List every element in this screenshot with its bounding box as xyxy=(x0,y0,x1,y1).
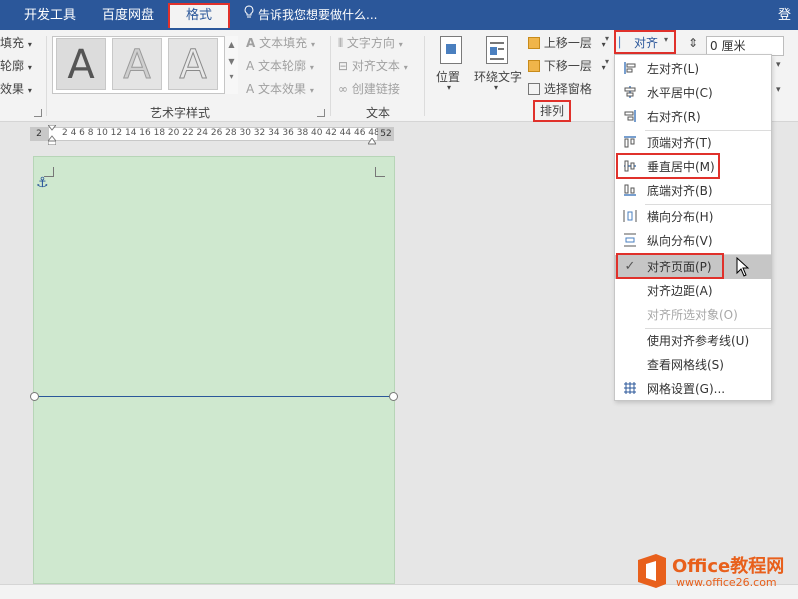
selection-pane-button[interactable]: 选择窗格 xyxy=(528,80,592,97)
text-outline-button[interactable]: A 文本轮廓 ▾ xyxy=(246,57,314,74)
arrange-group-title: 排列 xyxy=(539,104,564,118)
distribute-vertical-icon xyxy=(622,233,638,249)
create-link-button[interactable]: ∞ 创建链接 xyxy=(338,80,400,97)
menu-item-align-left[interactable]: 左对齐(L) xyxy=(615,57,771,81)
height-input[interactable]: 0 厘米 xyxy=(706,36,784,56)
wordart-gallery-scroll[interactable]: ▲ ▼ ▾ xyxy=(224,36,238,94)
align-right-icon xyxy=(622,109,638,125)
ribbon-tab-bar: 开发工具 百度网盘 格式 告诉我您想要做什么... 登录 xyxy=(0,0,798,30)
ruler-left-marker: 2 xyxy=(30,127,48,141)
ruler-numbers: 2 4 6 8 10 12 14 16 18 20 22 24 26 28 30… xyxy=(62,128,380,138)
watermark-brand: Office教程网 xyxy=(672,556,785,577)
wordart-style-1[interactable]: A xyxy=(56,38,106,90)
send-backward-button[interactable]: 下移一层 ▾ xyxy=(528,57,606,74)
tab-developer[interactable]: 开发工具 xyxy=(14,3,86,28)
line-handle-right[interactable] xyxy=(389,392,398,401)
login-link[interactable]: 登录 xyxy=(778,3,798,28)
menu-item-distribute-vertical[interactable]: 纵向分布(V) xyxy=(615,229,771,253)
align-middle-highlight xyxy=(616,153,720,179)
menu-item-align-right[interactable]: 右对齐(R) xyxy=(615,105,771,129)
text-effect-button[interactable]: A 文本效果 ▾ xyxy=(246,80,314,97)
text-box-page[interactable]: ⚓ xyxy=(30,156,398,584)
tell-me-search[interactable]: 告诉我您想要做什么... xyxy=(244,3,377,28)
align-icon: ⎸ xyxy=(619,35,632,49)
group-separator xyxy=(46,36,47,116)
menu-item-view-gridlines[interactable]: 查看网格线(S) xyxy=(615,353,771,377)
wrap-text-button[interactable]: 环绕文字 ▾ xyxy=(472,34,524,98)
horizontal-line-shape[interactable] xyxy=(34,396,394,397)
lightbulb-icon xyxy=(244,3,254,28)
shape-outline-button[interactable]: 轮廓 ▾ xyxy=(0,57,32,74)
align-bottom-icon xyxy=(622,183,638,199)
wordart-launcher[interactable] xyxy=(317,109,325,117)
menu-item-align-center[interactable]: 水平居中(C) xyxy=(615,81,771,105)
anchor-icon: ⚓ xyxy=(36,175,49,191)
align-to-page-highlight xyxy=(616,253,724,279)
tab-format[interactable]: 格式 xyxy=(168,3,230,28)
menu-item-align-top[interactable]: 顶端对齐(T) xyxy=(615,131,771,155)
wordart-style-2[interactable]: A xyxy=(112,38,162,90)
group-separator xyxy=(424,36,425,116)
tell-me-text: 告诉我您想要做什么... xyxy=(258,8,378,22)
text-fill-icon: A xyxy=(246,36,256,50)
mouse-cursor-icon xyxy=(736,256,750,277)
wordart-style-3[interactable]: A xyxy=(168,38,218,90)
shape-fill-button[interactable]: 填充 ▾ xyxy=(0,34,32,51)
tab-baidu-netdisk[interactable]: 百度网盘 xyxy=(92,3,164,28)
watermark-url: www.office26.com xyxy=(676,576,777,589)
chevron-down-icon: ▾ xyxy=(605,57,610,66)
group-separator xyxy=(330,36,331,116)
align-center-icon xyxy=(622,85,638,101)
arrange-group-title-highlight: 排列 xyxy=(533,100,571,122)
distribute-horizontal-icon xyxy=(622,209,638,225)
bring-forward-icon xyxy=(528,37,540,49)
link-icon: ∞ xyxy=(338,82,348,96)
menu-item-align-to-margin[interactable]: 对齐边距(A) xyxy=(615,279,771,303)
office26-watermark: Office教程网 www.office26.com xyxy=(636,550,796,594)
align-text-icon: ⊟ xyxy=(338,59,349,73)
text-direction-button[interactable]: ⫴ 文字方向 ▾ xyxy=(338,34,403,51)
text-group-title: 文本 xyxy=(365,106,390,120)
bring-forward-button[interactable]: 上移一层 ▾ xyxy=(528,34,606,51)
ruler-right-marker: 52 xyxy=(378,127,394,141)
align-text-button[interactable]: ⊟ 对齐文本 ▾ xyxy=(338,57,408,74)
chevron-down-icon: ▾ xyxy=(664,35,669,44)
office-logo-icon xyxy=(636,552,668,590)
menu-item-use-alignment-guides[interactable]: 使用对齐参考线(U) xyxy=(615,329,771,353)
send-backward-icon xyxy=(528,60,540,72)
line-handle-left[interactable] xyxy=(30,392,39,401)
left-indent-marker[interactable] xyxy=(46,124,58,146)
menu-item-align-bottom[interactable]: 底端对齐(B) xyxy=(615,179,771,203)
grid-icon xyxy=(622,381,638,397)
align-button[interactable]: ⎸ 对齐 ▾ xyxy=(614,30,676,54)
text-effect-icon: A xyxy=(246,82,255,96)
chevron-down-icon: ▾ xyxy=(605,34,610,43)
height-icon: ⇕ xyxy=(688,36,699,50)
align-top-icon xyxy=(622,135,638,151)
text-outline-icon: A xyxy=(246,59,255,73)
text-direction-icon: ⫴ xyxy=(338,36,344,50)
align-left-icon xyxy=(622,61,638,77)
selection-pane-icon xyxy=(528,83,540,95)
wordart-group-title: 艺术字样式 xyxy=(149,106,210,120)
menu-item-grid-settings[interactable]: 网格设置(G)... xyxy=(615,377,771,401)
text-fill-button[interactable]: A 文本填充 ▾ xyxy=(246,34,315,51)
menu-item-distribute-horizontal[interactable]: 横向分布(H) xyxy=(615,205,771,229)
align-dropdown-menu: 左对齐(L) 水平居中(C) 右对齐(R) 顶端对齐(T) 垂直居中(M) 底端… xyxy=(614,54,772,401)
shape-effect-button[interactable]: 效果 ▾ xyxy=(0,80,32,97)
corner-mark-top-right xyxy=(375,167,385,177)
position-icon xyxy=(440,36,462,64)
shape-styles-launcher[interactable] xyxy=(34,109,42,117)
position-button[interactable]: 位置 ▾ xyxy=(434,34,468,98)
wrap-text-icon xyxy=(486,36,508,64)
menu-item-align-selected-objects: 对齐所选对象(O) xyxy=(647,308,738,322)
corner-mark-top-left xyxy=(44,167,54,177)
right-indent-marker[interactable] xyxy=(367,135,377,145)
